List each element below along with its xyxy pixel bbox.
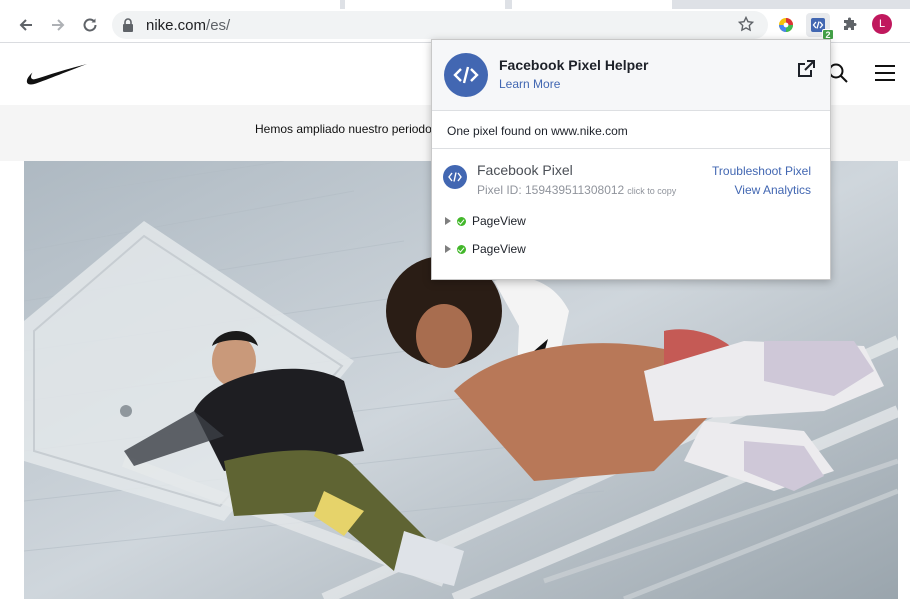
- popup-title: Facebook Pixel Helper: [499, 57, 649, 73]
- address-bar[interactable]: nike.com/es/: [112, 11, 768, 39]
- check-circle-icon: [457, 216, 466, 226]
- tab-strip: [0, 0, 910, 9]
- tab-3[interactable]: [512, 0, 672, 9]
- reload-button[interactable]: [78, 13, 102, 37]
- pixels-found-row: One pixel found on www.nike.com: [432, 112, 830, 149]
- extensions-button[interactable]: [838, 13, 862, 37]
- pixel-name: Facebook Pixel: [477, 162, 573, 178]
- back-arrow-icon: [19, 19, 32, 31]
- code-icon: [453, 66, 479, 84]
- external-link-icon[interactable]: [796, 59, 816, 79]
- color-wheel-icon: [779, 18, 793, 32]
- lock-icon[interactable]: [122, 18, 134, 32]
- menu-icon[interactable]: [874, 64, 896, 82]
- url-host: nike.com: [146, 17, 207, 34]
- profile-avatar[interactable]: L: [872, 14, 892, 34]
- learn-more-link[interactable]: Learn More: [499, 77, 560, 91]
- pixel-helper-extension-button[interactable]: 2: [806, 13, 834, 40]
- pixel-entry-icon: [443, 165, 467, 189]
- event-name: PageView: [472, 242, 526, 256]
- star-icon[interactable]: [738, 16, 754, 32]
- back-button[interactable]: [14, 13, 38, 37]
- pixel-helper-popup: Facebook Pixel Helper Learn More One pix…: [431, 39, 831, 280]
- color-extension-button[interactable]: [774, 13, 798, 37]
- reload-icon: [83, 18, 97, 32]
- event-name: PageView: [472, 214, 526, 228]
- page-gutter: [898, 161, 910, 599]
- event-row-pageview-1[interactable]: PageView: [445, 213, 526, 229]
- search-icon[interactable]: [828, 63, 848, 83]
- forward-button[interactable]: [46, 13, 70, 37]
- tab-2[interactable]: [345, 0, 505, 9]
- browser-toolbar: nike.com/es/ 2 L: [0, 9, 910, 42]
- expand-triangle-icon[interactable]: [445, 245, 451, 253]
- view-analytics-link[interactable]: View Analytics: [735, 183, 811, 197]
- promo-text: Hemos ampliado nuestro periodo: [255, 122, 432, 136]
- check-circle-icon: [457, 244, 466, 254]
- puzzle-icon: [844, 17, 857, 30]
- troubleshoot-pixel-link[interactable]: Troubleshoot Pixel: [712, 164, 811, 178]
- click-to-copy-hint: click to copy: [627, 186, 677, 196]
- event-row-pageview-2[interactable]: PageView: [445, 241, 526, 257]
- expand-triangle-icon[interactable]: [445, 217, 451, 225]
- pixel-helper-logo: [444, 53, 488, 97]
- tab-active[interactable]: [0, 0, 340, 9]
- url-text: nike.com/es/: [146, 17, 230, 34]
- pixel-id[interactable]: Pixel ID: 159439511308012 click to copy: [477, 183, 676, 197]
- code-icon: [448, 172, 462, 182]
- nike-swoosh-icon[interactable]: [26, 62, 88, 86]
- url-path: /es/: [206, 17, 231, 34]
- popup-header: Facebook Pixel Helper Learn More: [432, 40, 830, 111]
- pixels-found-text: One pixel found on www.nike.com: [447, 124, 628, 138]
- forward-arrow-icon: [52, 19, 65, 31]
- pixel-id-text[interactable]: Pixel ID: 159439511308012: [477, 183, 624, 197]
